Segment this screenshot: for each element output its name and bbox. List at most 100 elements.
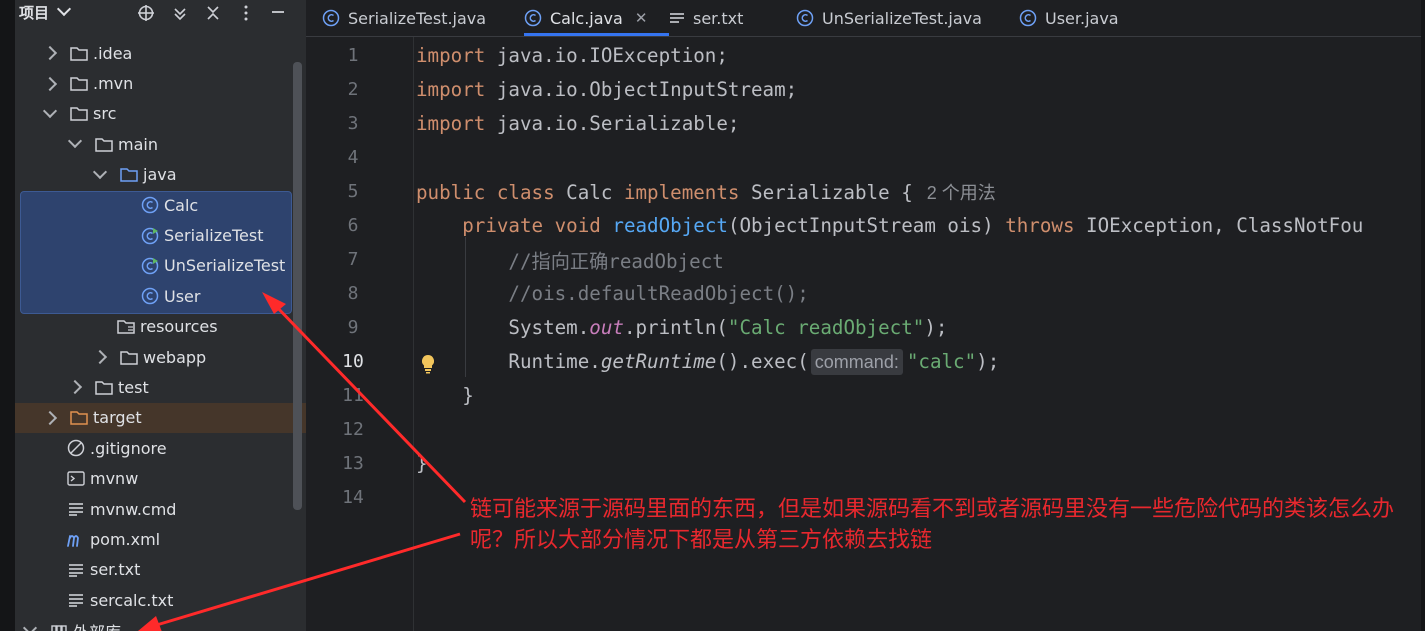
tree-item-resources[interactable]: resources [15, 312, 306, 342]
tree-item-label: test [118, 377, 149, 397]
window-left-edge [0, 0, 15, 631]
tab-calc-java[interactable]: Calc.java ✕ [524, 0, 647, 36]
tree-item-main[interactable]: main [15, 129, 306, 159]
tab-label: Calc.java [550, 8, 623, 28]
chevron-down-icon[interactable] [42, 103, 58, 119]
code-token: getRuntime [600, 349, 717, 373]
tree-item-unserializetest[interactable]: UnSerializeTest [15, 251, 306, 281]
code-token: Calc [554, 180, 624, 204]
tree-item-java[interactable]: java [15, 160, 306, 190]
maven-icon [66, 530, 86, 548]
line-number: 12 [342, 419, 364, 441]
code-comment: //ois.defaultReadObject(); [508, 282, 809, 306]
tree-item-serializetest[interactable]: SerializeTest [15, 220, 306, 250]
tab-user-java[interactable]: User.java [1019, 0, 1119, 36]
folder-icon [69, 75, 89, 93]
tree-item-label: pom.xml [90, 529, 161, 549]
folder-icon [94, 378, 114, 396]
code-token: ); [976, 349, 1000, 373]
close-tab-icon[interactable]: ✕ [635, 9, 648, 27]
chevron-down-icon[interactable] [67, 134, 83, 149]
chevron-down-icon[interactable] [22, 620, 38, 631]
tree-item-sercalc-txt[interactable]: sercalc.txt [15, 585, 306, 615]
tree-item-label: resources [140, 317, 218, 337]
class-icon [1019, 9, 1037, 27]
tree-item-label: mvnw.cmd [90, 499, 177, 519]
folder-icon [69, 105, 89, 123]
tree-item-gitignore[interactable]: .gitignore [15, 433, 306, 463]
tree-item-webapp[interactable]: webapp [15, 342, 306, 372]
window-right-edge [1421, 0, 1425, 631]
chevron-right-icon[interactable] [67, 380, 83, 395]
code-token: System. [508, 316, 590, 340]
library-icon [49, 622, 69, 631]
chevron-down-icon[interactable] [92, 164, 108, 179]
line-number: 3 [347, 113, 359, 135]
tree-item-label: mvnw [90, 469, 139, 489]
code-token: Runtime. [508, 349, 601, 373]
tree-item-mvn[interactable]: .mvn [15, 68, 306, 98]
code-token: (ObjectInputStream ois) [727, 214, 1006, 238]
tree-item-ser-txt[interactable]: ser.txt [15, 555, 306, 585]
code-token: IOException, ClassNotFou [1074, 214, 1364, 238]
tree-item-test[interactable]: test [15, 372, 306, 402]
folder-icon [94, 135, 114, 153]
tree-item-external-libraries[interactable]: 外部库 [15, 615, 306, 631]
more-options-icon[interactable] [237, 4, 255, 22]
line-number: 14 [342, 487, 364, 509]
minimize-icon[interactable] [269, 4, 287, 22]
code-line-2: 2 import java.io.ObjectInputStream; [306, 73, 1421, 107]
text-file-icon [66, 591, 86, 609]
class-icon [140, 196, 160, 214]
chevron-right-icon[interactable] [42, 76, 58, 91]
tree-item-pom-xml[interactable]: pom.xml [15, 524, 306, 554]
tree-item-label: java [143, 165, 177, 185]
chevron-right-icon[interactable] [92, 350, 108, 365]
expand-all-icon[interactable] [171, 4, 189, 22]
crosshair-icon[interactable] [137, 4, 155, 22]
code-token: ); [924, 316, 948, 340]
tab-label: ser.txt [693, 8, 744, 28]
annotation-text: 链可能来源于源码里面的东西，但是如果源码看不到或者源码里没有一些危险代码的类该怎… [470, 496, 1395, 552]
runnable-class-icon [140, 257, 160, 275]
tab-unserializetest-java[interactable]: UnSerializeTest.java [796, 0, 982, 36]
project-panel-scrollbar[interactable] [293, 62, 302, 510]
tree-item-idea[interactable]: .idea [15, 38, 306, 68]
parameter-hint: command: [810, 348, 903, 375]
code-line-7: 7 //指向正确readObject [306, 243, 1421, 277]
tree-item-label: UnSerializeTest [164, 256, 286, 276]
tree-item-label: 外部库 [73, 619, 121, 631]
tab-ser-txt[interactable]: ser.txt [669, 0, 743, 36]
code-line-11: 11 } [306, 379, 1421, 413]
collapse-all-icon[interactable] [204, 4, 222, 22]
tree-item-src[interactable]: src [15, 99, 306, 129]
tree-item-label: target [93, 408, 142, 428]
excluded-folder-icon [69, 409, 89, 427]
line-number: 4 [347, 147, 359, 169]
project-view-selector[interactable]: 项目 [19, 1, 72, 23]
tab-label: SerializeTest.java [348, 8, 487, 28]
tab-serializetest-java[interactable]: SerializeTest.java [322, 0, 486, 36]
project-panel-header: 项目 [15, 0, 306, 30]
tree-item-calc[interactable]: Calc [15, 190, 306, 220]
code-line-5: 5 public class Calc implements Serializa… [306, 175, 1421, 209]
line-number: 11 [342, 385, 364, 407]
tree-item-label: .mvn [93, 74, 134, 94]
tree-item-mvnw-cmd[interactable]: mvnw.cmd [15, 494, 306, 524]
tree-item-target[interactable]: target [15, 402, 306, 434]
code-token: import [416, 78, 486, 102]
line-number: 9 [347, 317, 359, 339]
code-token: throws [1005, 214, 1075, 238]
code-token: import [416, 112, 486, 136]
code-token: Serializable { [739, 180, 913, 204]
line-number: 1 [347, 45, 359, 67]
chevron-right-icon[interactable] [42, 410, 58, 425]
chevron-right-icon[interactable] [42, 46, 58, 61]
tree-item-user[interactable]: User [15, 281, 306, 311]
code-line-8: 8 //ois.defaultReadObject(); [306, 277, 1421, 311]
code-token: .println( [623, 316, 728, 340]
tree-item-mvnw[interactable]: mvnw [15, 463, 306, 493]
chevron-down-icon [56, 1, 72, 17]
usages-hint[interactable]: 2 个用法 [927, 183, 996, 203]
code-token: } [416, 452, 428, 476]
